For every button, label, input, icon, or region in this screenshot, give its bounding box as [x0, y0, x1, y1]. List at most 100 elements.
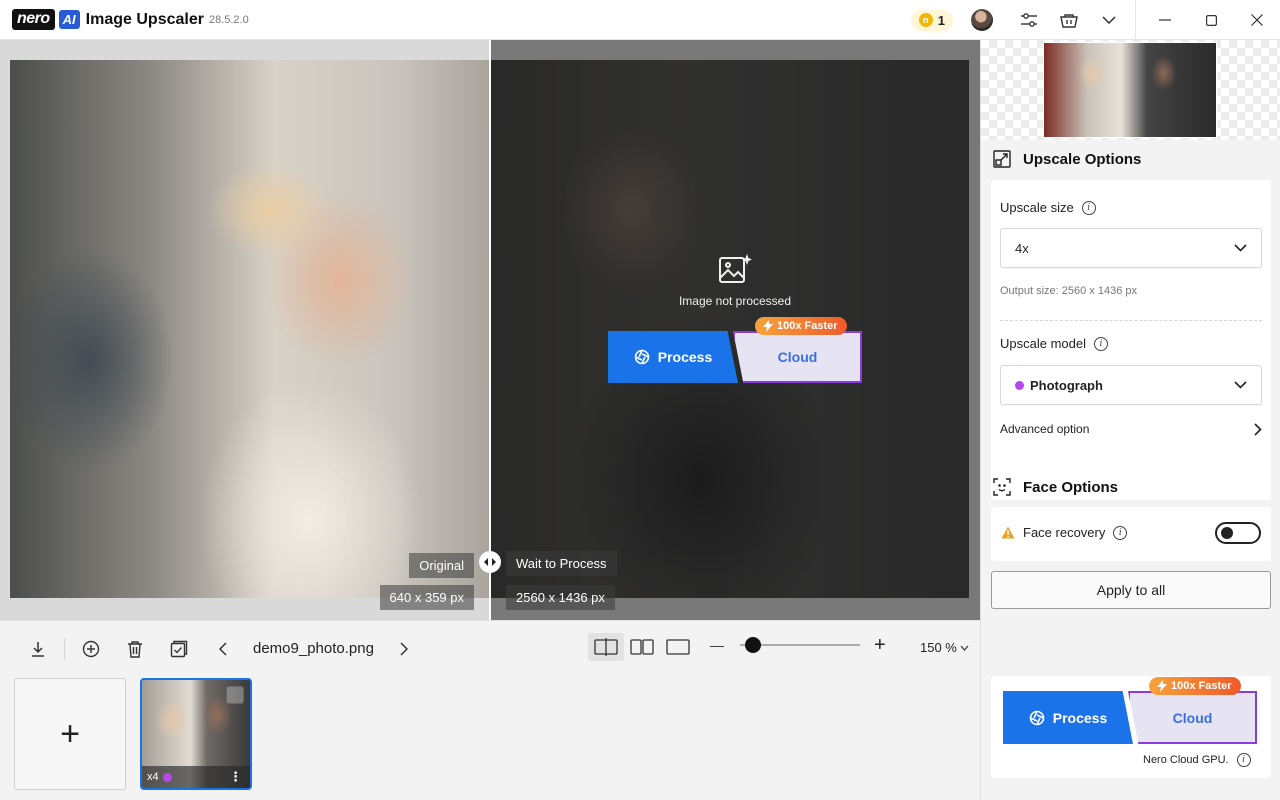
zoom-slider[interactable] — [740, 637, 860, 653]
single-view-icon[interactable] — [660, 633, 696, 661]
model-dot-icon — [162, 772, 172, 782]
upscale-size-row: Upscale size i — [1000, 200, 1096, 215]
upscale-size-label: Upscale size — [1000, 200, 1074, 215]
not-processed-text: Image not processed — [678, 294, 792, 308]
upscale-options-title: Upscale Options — [1023, 150, 1142, 168]
face-recovery-label: Face recovery — [1023, 525, 1106, 540]
nero-logo: nero — [12, 9, 55, 30]
apply-to-all-label: Apply to all — [1096, 582, 1166, 598]
chevron-down-icon — [1234, 381, 1247, 389]
face-recovery-toggle[interactable] — [1215, 522, 1261, 544]
previous-file-icon[interactable] — [201, 627, 245, 671]
warning-icon — [1001, 526, 1015, 539]
face-options-header: Face Options — [993, 478, 1118, 496]
zoom-dropdown[interactable]: 150 % — [920, 640, 969, 655]
upscale-model-row: Upscale model i — [1000, 336, 1108, 351]
original-image — [10, 60, 490, 598]
settings-sliders-icon[interactable] — [1009, 0, 1049, 40]
bottom-toolbar: demo9_photo.png — + 150 % — [0, 620, 980, 676]
comparison-viewer[interactable]: Original 640 x 359 px Wait to Process 25… — [0, 40, 980, 620]
next-file-icon[interactable] — [382, 627, 426, 671]
panel-faster-badge: 100x Faster — [1149, 677, 1241, 695]
trash-icon[interactable] — [113, 627, 157, 671]
download-icon[interactable] — [16, 627, 60, 671]
faster-badge: 100x Faster — [755, 317, 847, 335]
chevron-down-icon — [1234, 244, 1247, 252]
face-scan-icon — [993, 478, 1011, 496]
toggle-knob — [1221, 527, 1233, 539]
info-icon[interactable]: i — [1094, 336, 1108, 351]
panel-cloud-button[interactable]: Cloud — [1128, 691, 1257, 744]
select-all-icon[interactable] — [157, 627, 201, 671]
preview-thumbnail[interactable] — [1043, 42, 1217, 138]
panel-process-label: Process — [1052, 709, 1108, 726]
thumbnail-strip: + x4 ⋮ — [0, 676, 980, 800]
zoom-out-button[interactable]: — — [710, 637, 724, 653]
upscale-size-select[interactable]: 4x — [1000, 228, 1262, 268]
split-view-icon[interactable] — [588, 633, 624, 661]
side-by-side-view-icon[interactable] — [624, 633, 660, 661]
upscale-model-select[interactable]: Photograph — [1000, 365, 1262, 405]
lightning-icon — [1157, 680, 1167, 692]
process-button[interactable]: Process — [608, 331, 738, 383]
faster-badge-text: 100x Faster — [777, 320, 838, 332]
aperture-icon — [634, 349, 650, 365]
split-handle-icon[interactable] — [479, 551, 501, 573]
chevron-right-icon — [1254, 422, 1262, 436]
add-image-button[interactable]: + — [14, 678, 126, 790]
minimize-icon[interactable] — [1142, 0, 1188, 40]
panel-cloud-label: Cloud — [1172, 709, 1213, 726]
upscale-size-value: 4x — [1015, 240, 1029, 256]
thumbnail-item[interactable]: x4 ⋮ — [140, 678, 252, 790]
process-label: Process — [657, 349, 713, 365]
zoom-in-button[interactable]: + — [874, 635, 886, 655]
panel-process-button[interactable]: Process — [1003, 691, 1133, 744]
file-name: demo9_photo.png — [253, 640, 374, 657]
close-icon[interactable] — [1234, 0, 1280, 40]
upscale-model-value: Photograph — [1030, 377, 1103, 393]
processed-label: Wait to Process — [506, 551, 617, 576]
more-options-icon[interactable]: ⋮ — [229, 769, 242, 785]
add-circle-icon[interactable] — [69, 627, 113, 671]
image-sparkle-icon — [660, 252, 810, 289]
unprocessed-overlay — [491, 40, 980, 620]
upscale-model-display: Photograph — [1015, 378, 1103, 393]
original-dimensions: 640 x 359 px — [379, 585, 474, 610]
panel-faster-badge-text: 100x Faster — [1171, 680, 1232, 692]
info-icon[interactable]: i — [1236, 753, 1251, 767]
zoom-control: — + — [710, 635, 886, 655]
aperture-icon — [1029, 710, 1045, 725]
info-icon[interactable]: i — [1113, 525, 1128, 540]
ai-logo: AI — [58, 10, 80, 29]
apply-to-all-button[interactable]: Apply to all — [991, 571, 1271, 609]
cloud-gpu-text: Nero Cloud GPU. — [1143, 754, 1229, 766]
upscale-options-header: Upscale Options — [993, 150, 1141, 168]
zoom-slider-thumb[interactable] — [745, 637, 761, 653]
cart-icon[interactable] — [1049, 0, 1089, 40]
original-label: Original — [409, 553, 474, 578]
info-icon[interactable]: i — [1081, 200, 1096, 215]
processed-dimensions: 2560 x 1436 px — [506, 585, 615, 610]
cloud-label: Cloud — [777, 349, 818, 365]
upscale-options-card: Upscale size i 4x Output size: 2560 x 14… — [991, 180, 1271, 500]
titlebar-divider — [1135, 0, 1136, 40]
options-panel: Upscale Options Upscale size i 4x Output… — [980, 40, 1280, 800]
app-version: 28.5.2.0 — [208, 13, 249, 26]
preview-navigator — [981, 40, 1280, 140]
thumbnail-checkbox[interactable] — [226, 686, 244, 704]
credits-button[interactable]: n 1 — [910, 9, 953, 31]
face-options-title: Face Options — [1023, 478, 1119, 496]
chevron-down-icon — [960, 645, 969, 651]
maximize-icon[interactable] — [1188, 0, 1234, 40]
split-divider[interactable] — [489, 40, 491, 620]
view-mode-group — [588, 633, 696, 661]
avatar[interactable] — [971, 9, 993, 31]
chevron-down-icon[interactable] — [1089, 0, 1129, 40]
cloud-gpu-note: Nero Cloud GPU. i — [1143, 753, 1251, 767]
advanced-option-row[interactable]: Advanced option — [1000, 422, 1262, 436]
lightning-icon — [763, 320, 773, 332]
model-dot-icon — [1015, 380, 1024, 390]
cloud-button[interactable]: Cloud — [733, 331, 862, 383]
zoom-value: 150 % — [920, 640, 957, 655]
coin-icon: n — [918, 13, 933, 27]
